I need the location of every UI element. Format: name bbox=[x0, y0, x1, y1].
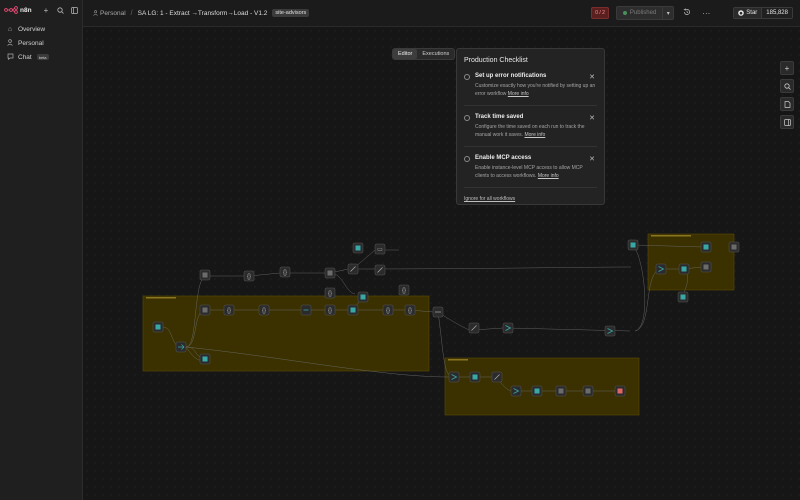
svg-text:{}: {} bbox=[402, 288, 406, 294]
checklist-item-error-notifications: Set up error notifications Customize exa… bbox=[464, 73, 597, 106]
panel-toggle-button[interactable] bbox=[780, 115, 794, 129]
plus-icon[interactable]: + bbox=[42, 6, 50, 15]
more-options-icon[interactable]: ··· bbox=[700, 9, 712, 18]
chevron-down-icon[interactable]: ▾ bbox=[662, 6, 675, 20]
github-star-count: 185,828 bbox=[761, 8, 792, 18]
close-icon[interactable]: ✕ bbox=[589, 155, 595, 163]
sidebar-item-chat[interactable]: Chat beta bbox=[0, 50, 82, 64]
logo[interactable]: n8n bbox=[4, 6, 32, 14]
note-icon bbox=[784, 100, 790, 108]
breadcrumb-project[interactable]: Personal bbox=[100, 10, 126, 17]
close-icon[interactable]: ✕ bbox=[589, 114, 595, 122]
home-icon: ⌂ bbox=[7, 25, 13, 33]
more-info-link[interactable]: More info bbox=[538, 173, 559, 179]
breadcrumb-separator: / bbox=[130, 9, 133, 17]
svg-text:{}: {} bbox=[328, 291, 332, 297]
github-star-label: Star bbox=[746, 10, 758, 16]
user-icon bbox=[93, 10, 98, 16]
checklist-item-title: Set up error notifications bbox=[475, 73, 547, 79]
canvas-toolbar: + bbox=[780, 61, 794, 129]
checklist-item-time-saved: Track time saved Configure the time save… bbox=[464, 114, 597, 147]
sidebar-item-overview[interactable]: ⌂ Overview bbox=[0, 22, 82, 36]
breadcrumb[interactable]: Personal bbox=[93, 10, 126, 17]
github-icon bbox=[738, 10, 745, 16]
more-info-link[interactable]: More info bbox=[508, 91, 529, 97]
tab-editor[interactable]: Editor bbox=[393, 49, 418, 59]
add-node-button[interactable]: + bbox=[780, 61, 794, 75]
sidebar-panel-icon bbox=[783, 118, 791, 126]
checklist-item-mcp-access: Enable MCP access Enable instance-level … bbox=[464, 155, 597, 188]
publish-button-group: Published ▾ bbox=[615, 6, 675, 20]
ignore-all-link[interactable]: Ignore for all workflows bbox=[464, 196, 597, 202]
published-label: Published bbox=[629, 10, 657, 16]
svg-text:{}: {} bbox=[408, 308, 412, 314]
github-star-button[interactable]: Star 185,828 bbox=[733, 7, 793, 19]
checklist-item-description: Customize exactly how you're notified by… bbox=[475, 83, 596, 97]
checklist-item-title: Enable MCP access bbox=[475, 155, 532, 161]
sidebar-top: n8n + bbox=[0, 0, 82, 20]
history-icon[interactable] bbox=[681, 8, 693, 18]
more-info-link[interactable]: More info bbox=[524, 132, 545, 138]
close-icon[interactable]: ✕ bbox=[589, 73, 595, 81]
chat-icon bbox=[6, 53, 14, 62]
checklist-item-description: Enable instance-level MCP access to allo… bbox=[475, 165, 583, 179]
checklist-checkbox[interactable] bbox=[464, 74, 470, 80]
panel-toggle-icon[interactable] bbox=[70, 6, 78, 14]
n8n-logo-icon bbox=[4, 6, 18, 14]
sticky-notes[interactable] bbox=[142, 233, 735, 416]
svg-text:{}: {} bbox=[328, 308, 332, 314]
workflow-diagram[interactable]: {} {} {} {} {} {} ▭ {} {} {} bbox=[83, 27, 800, 500]
checklist-item-description: Configure the time saved on each run to … bbox=[475, 124, 585, 138]
header: Personal / SA LG: 1 - Extract →Transform… bbox=[83, 0, 800, 27]
sidebar: n8n + ⌂ Overview Personal Chat beta bbox=[0, 0, 83, 500]
view-tabs: Editor Executions bbox=[392, 48, 456, 60]
checklist-title: Production Checklist bbox=[464, 57, 528, 64]
production-checklist-panel: Production Checklist Set up error notifi… bbox=[456, 48, 605, 205]
status-dot-icon bbox=[622, 11, 627, 15]
search-icon[interactable] bbox=[56, 6, 64, 14]
sticky-note-button[interactable] bbox=[780, 97, 794, 111]
checklist-checkbox[interactable] bbox=[464, 115, 470, 121]
search-icon bbox=[783, 82, 791, 90]
svg-text:{}: {} bbox=[386, 308, 390, 314]
sidebar-item-label: Chat bbox=[18, 53, 32, 61]
sidebar-item-personal[interactable]: Personal bbox=[0, 36, 82, 50]
beta-badge: beta bbox=[36, 54, 49, 60]
sidebar-item-label: Overview bbox=[18, 25, 46, 33]
workflow-name[interactable]: SA LG: 1 - Extract →Transform→Load - V1.… bbox=[138, 10, 268, 17]
workflow-tag[interactable]: site-advisors bbox=[272, 9, 310, 17]
published-button[interactable]: Published bbox=[615, 6, 663, 20]
workflow-canvas[interactable]: {} {} {} {} {} {} ▭ {} {} {} Editor Exec… bbox=[83, 27, 800, 500]
alert-badge[interactable]: 0 / 2 bbox=[591, 7, 609, 19]
sidebar-item-label: Personal bbox=[18, 39, 44, 47]
tab-executions[interactable]: Executions bbox=[417, 49, 454, 59]
logo-text: n8n bbox=[20, 6, 32, 14]
svg-text:{}: {} bbox=[227, 308, 231, 314]
svg-text:{}: {} bbox=[262, 308, 266, 314]
svg-text:{}: {} bbox=[283, 270, 287, 276]
checklist-item-title: Track time saved bbox=[475, 114, 524, 120]
user-icon bbox=[6, 38, 14, 48]
svg-text:▭: ▭ bbox=[377, 247, 383, 253]
svg-text:{}: {} bbox=[247, 274, 251, 280]
search-nodes-button[interactable] bbox=[780, 79, 794, 93]
checklist-checkbox[interactable] bbox=[464, 156, 470, 162]
